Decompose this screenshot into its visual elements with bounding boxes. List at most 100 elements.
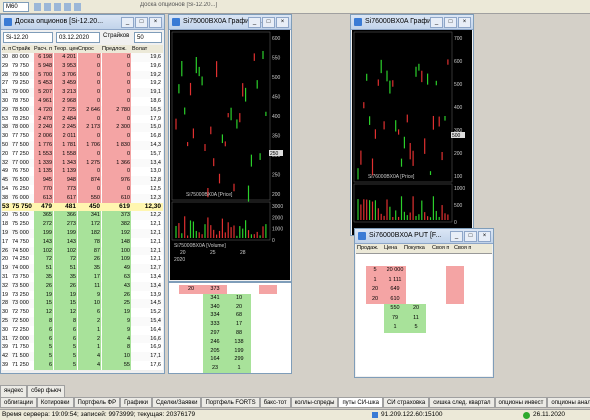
orderbook-row[interactable]: 297 88 — [169, 329, 291, 338]
price-cell: 610 — [384, 294, 406, 304]
table-cell: 31 — [2, 335, 9, 342]
orderbook-row[interactable]: 334 68 — [169, 311, 291, 321]
table-cell: 0 — [102, 97, 131, 106]
price-cell: 297 — [203, 329, 227, 338]
minimize-button[interactable]: _ — [430, 17, 443, 28]
orderbook1: 20 373 341 10 340 20 334 68 333 17 297 88 246 138 205 1… — [168, 282, 292, 374]
table-cell: 16,9 — [150, 344, 161, 351]
table-cell: 20 — [2, 256, 9, 263]
orderbook-row[interactable]: 341 10 — [169, 293, 291, 303]
table-cell: 19 — [2, 291, 9, 298]
bottom-tab[interactable]: Портфель ФР — [73, 397, 121, 407]
minimize-button[interactable]: _ — [450, 231, 463, 242]
close-button[interactable]: × — [478, 231, 491, 242]
table-cell: 172 — [78, 220, 101, 229]
column-header[interactable]: Расч. п — [34, 45, 54, 53]
bottom-tab[interactable]: Графики — [120, 397, 152, 407]
maximize-button[interactable]: □ — [444, 17, 457, 28]
close-button[interactable]: × — [276, 17, 289, 28]
toolbar-combo[interactable]: M60 — [3, 2, 29, 12]
table-cell: 5 — [54, 361, 77, 370]
chart2-canvas[interactable]: 700600500400300200100500Si76000BX0A [Pri… — [352, 30, 472, 235]
table-cell: 0 — [102, 149, 131, 159]
ask-cell — [366, 304, 384, 314]
strikes-count-input[interactable]: 50 — [134, 32, 162, 43]
orderbook-row[interactable]: 340 20 — [169, 302, 291, 312]
table-cell: 42 — [2, 353, 9, 360]
orderbook-row[interactable]: 5 20 000 — [356, 266, 492, 276]
column-header[interactable]: Теор. цена — [54, 45, 78, 53]
bottom-tab[interactable]: Портфель FORTS — [201, 397, 260, 407]
orderbook-row[interactable]: 205 199 — [169, 346, 291, 356]
window-icon — [172, 18, 180, 26]
options-board-titlebar[interactable]: Доска опционов [Si-12.20... _ □ × — [1, 15, 164, 30]
workspace-tab[interactable]: сбер фьюч — [27, 385, 66, 397]
chart2-titlebar[interactable]: Si76000BX0A Графи... _ □ × — [351, 15, 473, 30]
table-cell: 13,4 — [150, 274, 161, 280]
bottom-tab[interactable]: СИ страховка — [382, 397, 430, 407]
bottom-tab[interactable]: сишка след. квартал — [429, 397, 495, 407]
bottom-tab[interactable]: Котировки — [36, 397, 74, 407]
bid-cell: 10 — [227, 293, 251, 303]
column-header[interactable]: л. п — [2, 45, 12, 53]
bottom-tab[interactable]: коллы-спреды — [290, 397, 339, 407]
workspace-tab[interactable]: яндекс — [0, 385, 28, 397]
chart1-titlebar[interactable]: Si75000BX0A График ц... _ □ × — [169, 15, 291, 30]
minimize-button[interactable]: _ — [248, 17, 261, 28]
table-cell: 0 — [102, 61, 131, 71]
column-header[interactable]: Волат — [132, 45, 163, 53]
maximize-button[interactable]: □ — [262, 17, 275, 28]
table-cell: 100 — [102, 246, 131, 256]
table-cell: 19,6 — [150, 62, 161, 69]
orderbook-row[interactable]: 246 138 — [169, 337, 291, 347]
orderbook-row[interactable]: 333 17 — [169, 320, 291, 329]
table-row[interactable]: 39 71 250 6 5 4 55 17,6 — [2, 361, 163, 371]
table-cell: 12,7 — [150, 265, 161, 272]
table-cell: 9 — [102, 325, 131, 335]
table-cell: 49 — [2, 168, 9, 175]
toolbar-icons[interactable] — [34, 3, 84, 11]
orderbook-row[interactable]: 164 299 — [169, 355, 291, 365]
bottom-tab[interactable]: опционы анализ — [547, 397, 590, 407]
close-button[interactable]: × — [458, 17, 471, 28]
orderbook-row[interactable]: 79 11 — [356, 313, 492, 323]
table-cell: 148 — [102, 237, 131, 247]
table-cell: 72 750 — [12, 309, 29, 316]
bottom-tab[interactable]: бакс-тот — [259, 397, 291, 407]
orderbook-row[interactable]: 11 111 — [356, 275, 492, 285]
orderbook-row[interactable]: 20 373 — [169, 285, 291, 294]
column-header[interactable]: Предлож. — [102, 45, 132, 53]
orderbook-row[interactable]: 23 1 — [169, 364, 291, 373]
close-button[interactable]: × — [149, 17, 162, 28]
bottom-tab[interactable]: облигации — [0, 397, 37, 407]
column-header[interactable]: Своя п — [432, 244, 449, 253]
ask-cell: 1 — [366, 275, 384, 285]
chart1-canvas[interactable]: 600550500450400350300250200250Si75000BX0… — [170, 30, 290, 280]
expiry-select[interactable]: 03.12.2020 — [56, 32, 100, 43]
status-date: 26.11.2020 — [533, 411, 566, 418]
maximize-button[interactable]: □ — [135, 17, 148, 28]
column-header[interactable]: Своя п — [454, 244, 471, 253]
minimize-button[interactable]: _ — [121, 17, 134, 28]
volume-legend: Si75000BX0A [Volume] — [174, 243, 226, 249]
bottom-tab[interactable]: Сделки/Заявки — [151, 397, 202, 407]
underlying-select[interactable]: Si-12.20 — [3, 32, 53, 43]
orderbook2-titlebar[interactable]: Si76000BX0A PUT [F... _ □ × — [355, 229, 493, 244]
bottom-tab[interactable]: путы СИ-шка — [338, 397, 383, 407]
table-cell: 75 750 — [12, 202, 32, 210]
column-header[interactable]: Покупка — [404, 244, 425, 253]
column-header[interactable]: Цена — [384, 244, 397, 253]
bottom-tab[interactable]: опционы инвест — [494, 397, 548, 407]
orderbook-row[interactable]: 20 610 — [356, 294, 492, 304]
orderbook-row[interactable]: 550 20 — [356, 304, 492, 314]
column-header[interactable]: Спрос — [78, 45, 102, 53]
column-header[interactable]: Продаж. — [357, 244, 378, 253]
ask-cell — [179, 303, 203, 312]
y-tick-label: 450 — [272, 95, 281, 101]
table-cell: 17,6 — [150, 362, 161, 368]
orderbook-row[interactable]: 20 649 — [356, 285, 492, 295]
column-header[interactable]: Страйк — [12, 45, 34, 53]
bid-cell: 88 — [227, 329, 251, 338]
orderbook-row[interactable]: 15 — [356, 323, 492, 333]
maximize-button[interactable]: □ — [464, 231, 477, 242]
